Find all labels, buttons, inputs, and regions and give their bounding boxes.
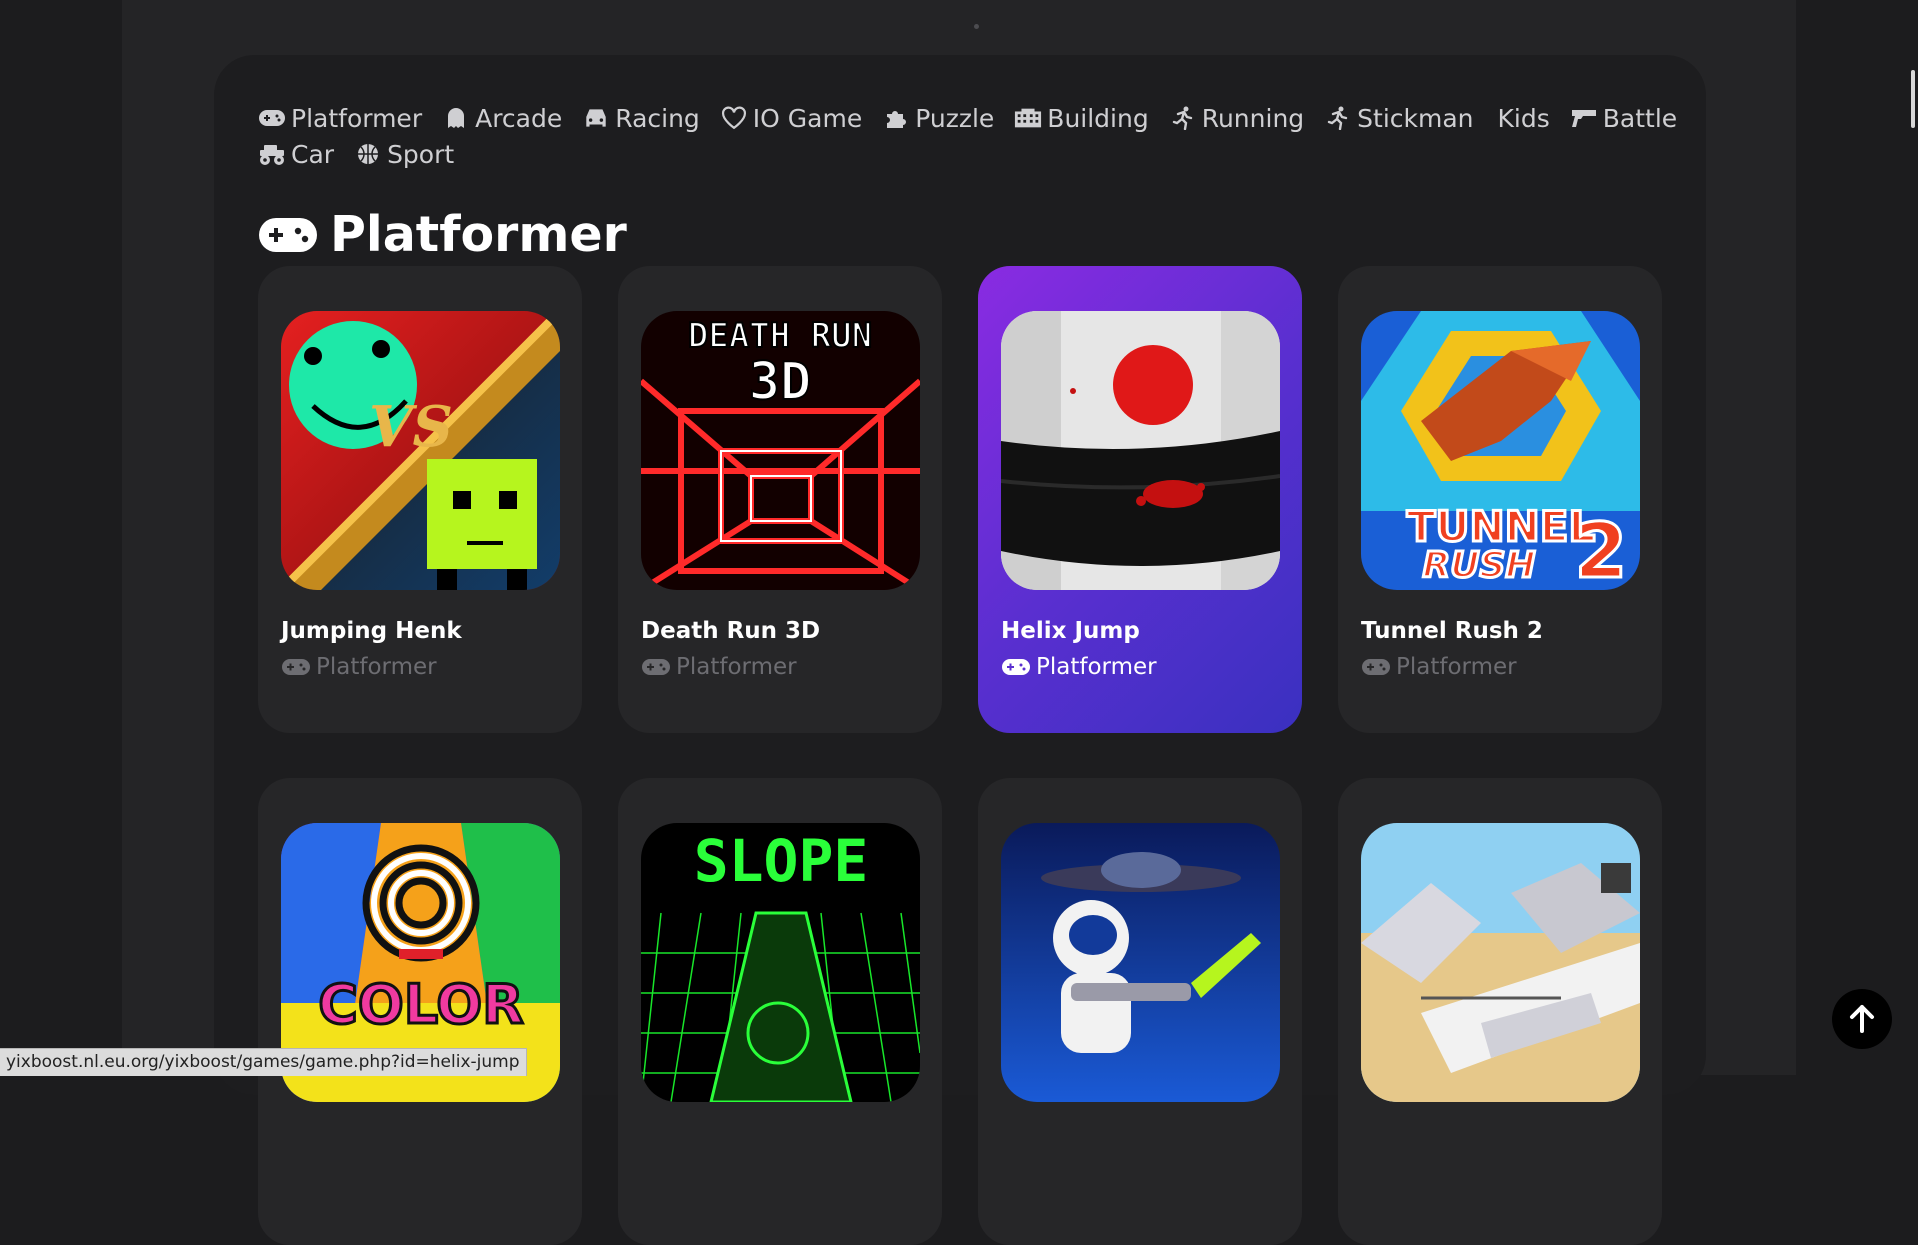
game-thumbnail — [1001, 311, 1280, 590]
gamepad-icon — [259, 217, 317, 252]
game-title: Helix Jump — [1001, 618, 1140, 644]
gun-icon — [1571, 110, 1596, 127]
game-category-tag: Platformer — [281, 654, 437, 680]
game-thumbnail: TUNNEL RUSH 2 — [1361, 311, 1640, 590]
status-bar-url: yixboost.nl.eu.org/yixboost/games/game.p… — [0, 1048, 527, 1076]
helix-jump-image — [1001, 311, 1280, 590]
category-label: Sport — [387, 139, 455, 169]
thumb-text: 3D — [749, 352, 812, 412]
game-card-jumping-henk[interactable]: VS Jumping Henk Platformer — [258, 266, 582, 733]
category-label: Running — [1201, 103, 1305, 133]
carousel-dot[interactable] — [974, 24, 979, 29]
category-puzzle[interactable]: Puzzle — [882, 104, 994, 133]
game-card-astronaut[interactable] — [978, 778, 1302, 1245]
svg-text:VS: VS — [369, 394, 453, 460]
game-card-helix-jump[interactable]: Helix Jump Platformer — [978, 266, 1302, 733]
scrollbar-thumb[interactable] — [1911, 70, 1915, 128]
car-icon — [586, 109, 606, 127]
gamepad-icon — [1362, 659, 1390, 675]
back-to-top-button[interactable] — [1832, 989, 1892, 1049]
death-run-image: DEATH RUN 3D — [641, 311, 920, 590]
category-arcade[interactable]: Arcade — [442, 104, 562, 133]
section-title: Platformer — [330, 206, 627, 263]
heart-icon — [721, 106, 746, 130]
thumb-text: DEATH RUN — [688, 316, 872, 356]
game-card-death-run-3d[interactable]: DEATH RUN 3D Death Run 3D Platformer — [618, 266, 942, 733]
gamepad-icon — [1002, 659, 1030, 675]
category-label: Racing — [615, 103, 700, 133]
slope-image: SLOPE — [641, 823, 920, 1102]
category-nav: Platformer Arcade Racing IO Game Puzzle … — [258, 100, 1678, 172]
building-icon — [1015, 108, 1042, 128]
thumb-text: TUNNEL — [1407, 502, 1596, 551]
category-label: Building — [1047, 103, 1149, 133]
game-category-label: Platformer — [676, 654, 797, 680]
jumping-henk-image: VS — [281, 311, 560, 590]
gamepad-icon — [642, 659, 670, 675]
category-stickman[interactable]: Stickman — [1324, 103, 1474, 133]
category-label: Kids — [1497, 103, 1550, 133]
category-label: Battle — [1602, 103, 1678, 133]
game-title: Death Run 3D — [641, 618, 821, 644]
game-card-color-tunnel[interactable]: COLOR — [258, 778, 582, 1245]
desert-stunts-image — [1361, 823, 1640, 1102]
category-sport[interactable]: Sport — [354, 140, 454, 169]
game-thumbnail — [1361, 823, 1640, 1102]
game-category-tag: Platformer — [1001, 654, 1157, 680]
ghost-icon — [448, 108, 465, 128]
category-car[interactable]: Car — [258, 140, 334, 169]
gamepad-icon — [259, 110, 285, 126]
game-category-tag: Platformer — [641, 654, 797, 680]
game-card-tunnel-rush-2[interactable]: TUNNEL RUSH 2 Tunnel Rush 2 Platformer — [1338, 266, 1662, 733]
stickman-icon — [1327, 106, 1348, 130]
game-thumbnail — [1001, 823, 1280, 1102]
game-title: Jumping Henk — [281, 618, 462, 644]
gamepad-icon — [282, 659, 310, 675]
game-thumbnail: SLOPE — [641, 823, 920, 1102]
category-racing[interactable]: Racing — [582, 104, 700, 133]
tunnel-rush-image: TUNNEL RUSH 2 — [1361, 311, 1640, 590]
category-label: Car — [291, 139, 335, 169]
category-label: Platformer — [291, 103, 423, 133]
thumb-text: RUSH — [1422, 545, 1535, 586]
monster-truck-icon — [260, 145, 284, 165]
game-title: Tunnel Rush 2 — [1361, 618, 1543, 644]
category-building[interactable]: Building — [1014, 103, 1149, 133]
game-category-label: Platformer — [316, 654, 437, 680]
game-category-label: Platformer — [1396, 654, 1517, 680]
category-label: Puzzle — [915, 103, 995, 133]
game-category-tag: Platformer — [1361, 654, 1517, 680]
category-kids[interactable]: Kids — [1494, 104, 1550, 133]
category-io-game[interactable]: IO Game — [720, 104, 862, 133]
arrow-up-icon — [1850, 1005, 1874, 1033]
thumb-text: SLOPE — [694, 827, 869, 895]
puzzle-icon — [887, 111, 907, 128]
game-card-slope[interactable]: SLOPE — [618, 778, 942, 1245]
category-battle[interactable]: Battle — [1570, 104, 1677, 133]
game-category-label: Platformer — [1036, 654, 1157, 680]
game-thumbnail: DEATH RUN 3D — [641, 311, 920, 590]
category-label: Stickman — [1357, 103, 1474, 133]
astronaut-game-image — [1001, 823, 1280, 1102]
game-card-desert-stunts[interactable] — [1338, 778, 1662, 1245]
category-label: IO Game — [752, 103, 863, 133]
basketball-icon — [358, 144, 379, 164]
game-thumbnail: VS — [281, 311, 560, 590]
category-platformer[interactable]: Platformer — [258, 104, 422, 133]
thumb-text: 2 — [1575, 506, 1628, 590]
category-running[interactable]: Running — [1169, 104, 1304, 133]
section-heading: Platformer — [258, 206, 627, 263]
running-icon — [1172, 106, 1192, 130]
thumb-text: COLOR — [318, 973, 524, 1036]
category-label: Arcade — [475, 103, 563, 133]
